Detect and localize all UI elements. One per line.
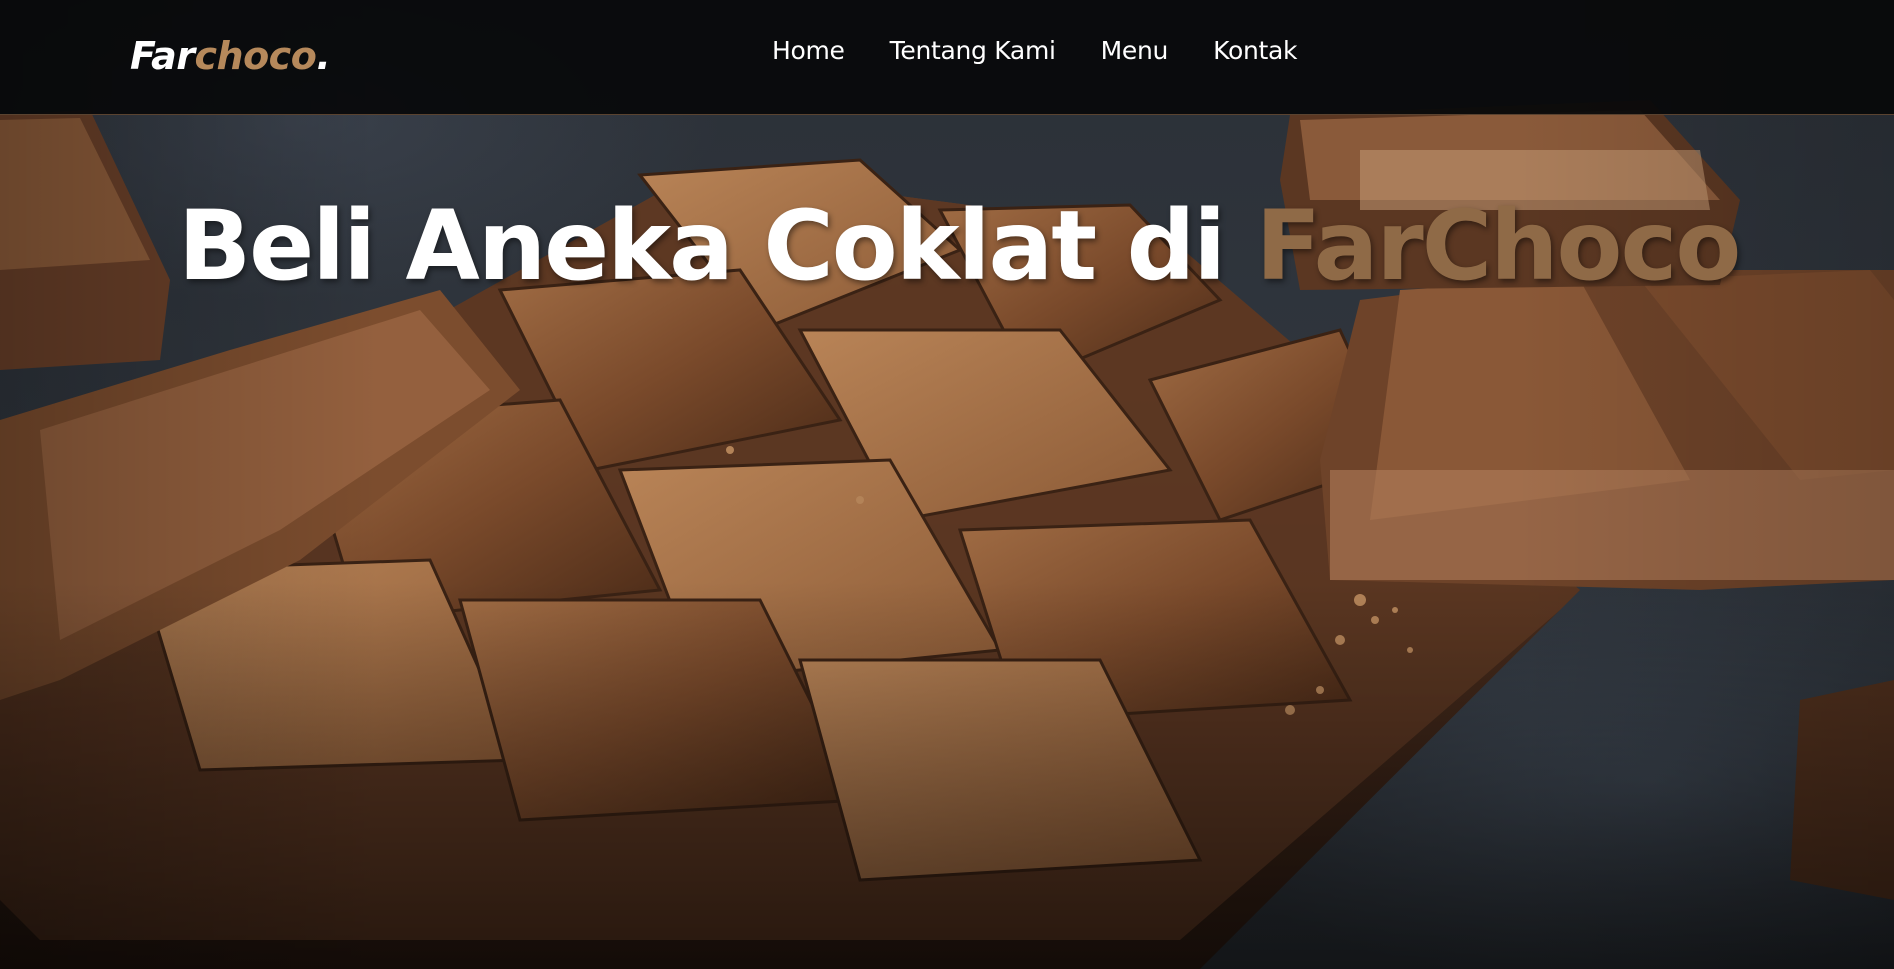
hero-headline: Beli Aneka Coklat di FarChoco (178, 190, 1742, 302)
navbar: Farchoco. Home Tentang Kami Menu Kontak (0, 0, 1894, 115)
logo-main: Far (130, 34, 195, 78)
nav-links: Home Tentang Kami Menu Kontak (772, 36, 1298, 65)
nav-item-menu: Menu (1101, 36, 1169, 65)
nav-link-tentang-kami[interactable]: Tentang Kami (890, 36, 1056, 65)
nav-link-home[interactable]: Home (772, 36, 845, 65)
nav-item-home: Home (772, 36, 845, 65)
logo-accent: choco (194, 34, 317, 78)
nav-item-kontak: Kontak (1213, 36, 1297, 65)
logo-dot: . (316, 34, 331, 78)
nav-link-menu[interactable]: Menu (1101, 36, 1169, 65)
nav-item-tentang-kami: Tentang Kami (890, 36, 1056, 65)
hero-overlay (0, 0, 1894, 969)
headline-prefix: Beli Aneka Coklat di (178, 190, 1256, 302)
nav-link-kontak[interactable]: Kontak (1213, 36, 1297, 65)
hero-background (0, 0, 1894, 969)
logo-link[interactable]: Farchoco. (130, 34, 331, 78)
headline-brand: FarChoco (1255, 190, 1742, 302)
